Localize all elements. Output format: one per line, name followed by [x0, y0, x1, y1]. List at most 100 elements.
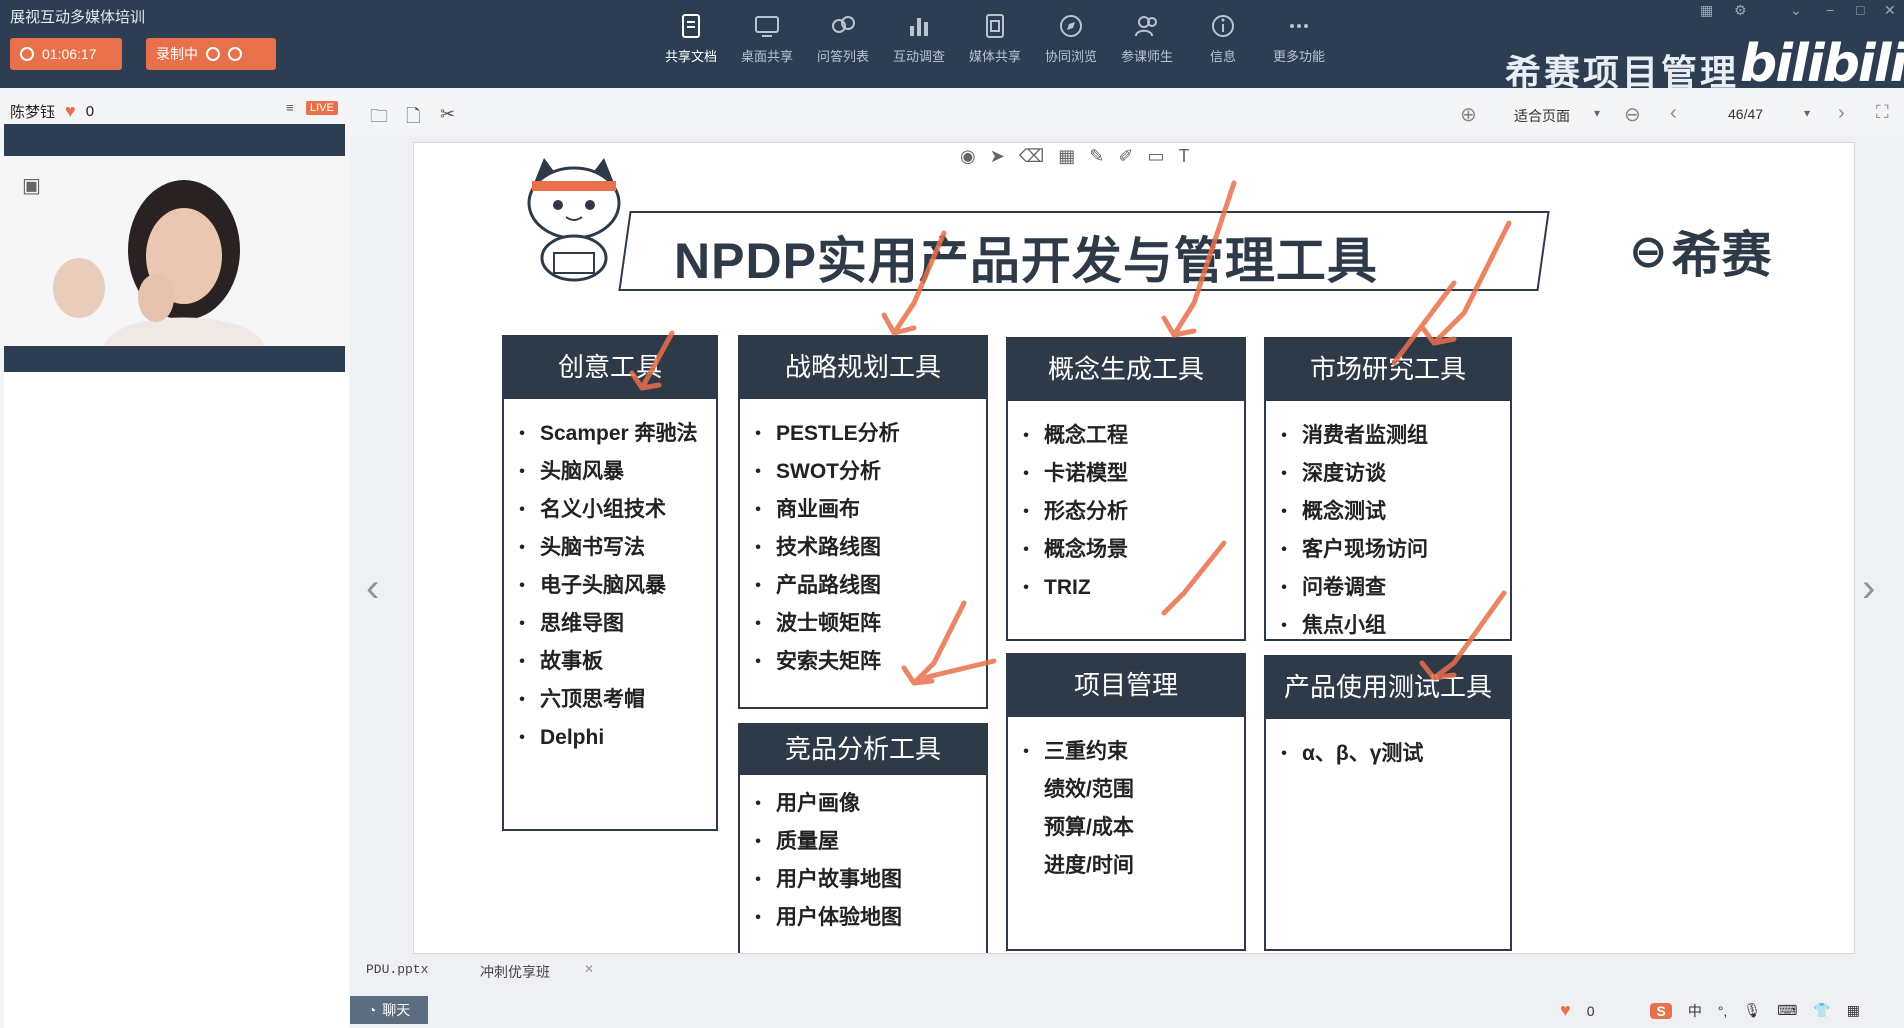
- tool-shared-document[interactable]: 共享文档: [660, 12, 722, 65]
- tool-more[interactable]: 更多功能: [1268, 12, 1330, 65]
- webcam-video: ▣: [4, 158, 345, 346]
- presenter-silhouette: ▣: [4, 158, 345, 346]
- more-icon: [1290, 24, 1308, 28]
- layout-icon[interactable]: ▦: [1700, 2, 1713, 19]
- desktop-share-icon: [755, 16, 779, 37]
- tool-desktop-share[interactable]: 桌面共享: [736, 12, 798, 65]
- card-competitor-body: • 用户画像 • 质量屋 • 用户故事地图 • 用户体验地图: [738, 775, 988, 953]
- tool-label: 共享文档: [664, 49, 717, 64]
- eraser-icon[interactable]: ⌫: [1019, 146, 1044, 167]
- tool-label: 媒体共享: [968, 49, 1021, 64]
- list-item: • 概念场景: [1023, 538, 1128, 561]
- keyboard-icon[interactable]: ⌨: [1777, 1002, 1797, 1019]
- stop-icon[interactable]: [228, 47, 242, 61]
- card-strategy-tools: 战略规划工具 • PESTLE分析 • SWOT分析 • 商业画布 • 技术路线图 • 产…: [738, 335, 988, 709]
- heart-icon[interactable]: ♥: [65, 101, 76, 122]
- video-header-bar: [4, 124, 345, 156]
- settings-icon[interactable]: ⚙: [1734, 2, 1747, 19]
- video-footer-bar: [4, 346, 345, 372]
- card-header: 竞品分析工具: [740, 725, 986, 775]
- xisai-logo-text: 希赛: [1671, 227, 1772, 283]
- xisai-logo-icon: ⊖: [1629, 225, 1668, 277]
- card-concept-tools: 概念生成工具 • 概念工程 • 卡诺模型 • 形态分析 • 概念场景 • TRIZ: [1006, 337, 1246, 641]
- tool-info[interactable]: 信息: [1192, 12, 1254, 65]
- minimize-icon[interactable]: −: [1826, 2, 1834, 18]
- punctuation-icon[interactable]: °,: [1718, 1003, 1728, 1019]
- skin-icon[interactable]: 👕: [1813, 1002, 1830, 1019]
- list-item: • Scamper 奔驰法: [519, 422, 698, 445]
- list-item: •预算/成本: [1044, 816, 1134, 839]
- chat-button[interactable]: ◔ 聊天: [350, 996, 428, 1024]
- rectangle-icon[interactable]: ▭: [1147, 146, 1164, 167]
- zoom-in-icon[interactable]: ⊕: [1460, 102, 1477, 127]
- list-item: • 焦点小组: [1281, 614, 1386, 637]
- file-icon[interactable]: 🗋: [406, 104, 420, 134]
- microphone-icon[interactable]: 🎙: [1743, 1002, 1761, 1019]
- cat-mascot-icon: [527, 158, 621, 282]
- text-icon[interactable]: T: [1178, 146, 1189, 167]
- tool-label: 互动调查: [892, 49, 945, 64]
- participants-icon: [1135, 16, 1157, 37]
- prev-page-icon[interactable]: ‹: [1670, 102, 1677, 125]
- next-page-icon[interactable]: ›: [1838, 102, 1845, 125]
- fit-page-select[interactable]: 适合页面: [1514, 106, 1570, 126]
- tool-label: 桌面共享: [740, 49, 793, 64]
- card-header: 项目管理: [1006, 653, 1246, 717]
- ime-language[interactable]: 中: [1688, 1001, 1702, 1021]
- tool-participants[interactable]: 参课师生: [1116, 12, 1178, 65]
- qa-list-icon: [832, 16, 855, 33]
- document-icon: [682, 14, 700, 38]
- clear-icon[interactable]: ▦: [1058, 146, 1075, 167]
- like-count: 0: [85, 102, 95, 120]
- list-item: • 问卷调查: [1281, 576, 1386, 599]
- timer-button[interactable]: 01:06:17: [10, 38, 122, 70]
- bilibili-logo: bilibili: [1740, 34, 1904, 94]
- pointer-icon[interactable]: ➤: [990, 146, 1005, 167]
- page-number: 46/47: [1728, 106, 1764, 122]
- list-item: • 客户现场访问: [1281, 538, 1428, 561]
- highlighter-icon[interactable]: ✐: [1118, 146, 1133, 167]
- next-slide-arrow[interactable]: ›: [1862, 566, 1875, 611]
- bottom-like-count: 0: [1586, 1002, 1595, 1019]
- timer-icon: [20, 47, 34, 61]
- file-tab[interactable]: PDU.pptx: [366, 962, 428, 977]
- list-item: • PESTLE分析: [755, 422, 900, 445]
- close-tab-icon[interactable]: ✕: [584, 962, 594, 976]
- menu-icon[interactable]: ≡: [286, 100, 294, 115]
- card-header: 战略规划工具: [738, 335, 988, 399]
- record-icon[interactable]: ◉: [960, 146, 976, 167]
- list-item: •绩效/范围: [1044, 778, 1134, 801]
- close-icon[interactable]: ✕: [1884, 2, 1896, 19]
- main-toolbar: 共享文档 桌面共享 问答列表 互动调查 媒体共享 协同浏览 参课师生 信息 更多…: [660, 12, 1330, 65]
- tool-co-browse[interactable]: 协同浏览: [1040, 12, 1102, 65]
- tool-survey[interactable]: 互动调查: [888, 12, 950, 65]
- app-title: 展视互动多媒体培训: [10, 9, 146, 26]
- folder-icon[interactable]: 🗀: [370, 104, 388, 134]
- previous-slide-arrow[interactable]: ‹: [366, 566, 379, 611]
- list-item: • 头脑书写法: [519, 536, 645, 559]
- page-dropdown-icon[interactable]: ▾: [1804, 106, 1810, 120]
- recording-button[interactable]: 录制中: [146, 38, 276, 70]
- list-item: • 电子头脑风暴: [519, 574, 666, 597]
- maximize-icon[interactable]: □: [1856, 2, 1864, 18]
- heart-icon[interactable]: ♥: [1560, 1000, 1571, 1021]
- pen-icon[interactable]: ✎: [1089, 146, 1104, 167]
- fullscreen-icon[interactable]: ⛶: [1876, 102, 1889, 123]
- scissors-icon[interactable]: ✂: [440, 104, 455, 125]
- card-product-usage-test-tools: 产品使用测试工具 • α、β、γ测试: [1264, 655, 1512, 951]
- tool-label: 信息: [1209, 49, 1236, 64]
- list-item: • 用户故事地图: [755, 868, 902, 891]
- file-tab-secondary[interactable]: 冲刺优享班: [480, 962, 550, 982]
- pause-icon[interactable]: [206, 47, 220, 61]
- collapse-icon[interactable]: ⌄: [1790, 2, 1802, 19]
- zoom-out-icon[interactable]: ⊖: [1624, 102, 1641, 127]
- annotation-toolbar: ◉ ➤ ⌫ ▦ ✎ ✐ ▭ T: [960, 146, 1189, 167]
- sogou-icon[interactable]: S: [1650, 1002, 1672, 1019]
- tool-media-share[interactable]: 媒体共享: [964, 12, 1026, 65]
- toolbox-icon[interactable]: ▦: [1847, 1002, 1860, 1019]
- live-badge: LIVE: [306, 101, 338, 115]
- list-item: • 头脑风暴: [519, 460, 624, 483]
- tool-qa-list[interactable]: 问答列表: [812, 12, 874, 65]
- chevron-down-icon[interactable]: ▾: [1594, 106, 1600, 120]
- card-header: 产品使用测试工具: [1264, 655, 1512, 719]
